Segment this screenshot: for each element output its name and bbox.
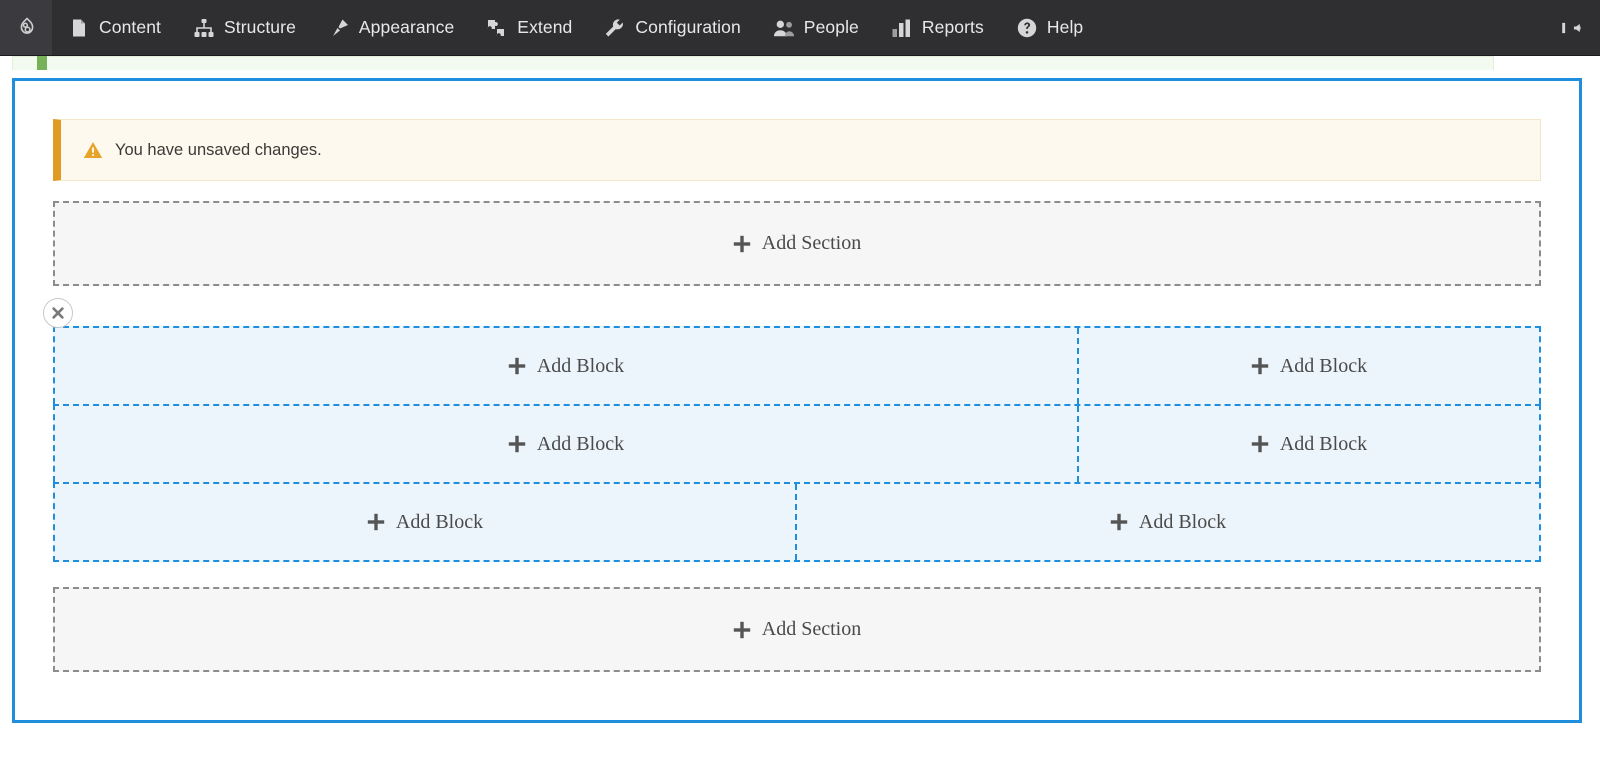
plus-icon xyxy=(1251,357,1269,375)
toolbar-item-label: People xyxy=(803,17,859,37)
plus-icon xyxy=(733,235,751,253)
add-block-label-wrapper: Add Block xyxy=(1110,511,1226,534)
add-section-bottom-button[interactable]: Add Section xyxy=(53,587,1541,672)
toolbar-item-extend[interactable]: Extend xyxy=(470,0,588,55)
add-section-label: Add Section xyxy=(761,618,862,640)
layout-section-active: Add Block Add Block Add Block Add Block … xyxy=(43,298,1541,562)
question-mark-icon xyxy=(1016,17,1038,39)
add-block-label-wrapper: Add Block xyxy=(1251,433,1367,456)
plus-icon xyxy=(508,357,526,375)
toolbar-item-label: Extend xyxy=(517,17,573,37)
status-message-accent xyxy=(37,56,47,70)
collapse-toolbar-button[interactable] xyxy=(1550,0,1600,55)
add-block-region[interactable]: Add Block xyxy=(55,328,1079,404)
wrench-icon xyxy=(604,17,626,39)
plus-icon xyxy=(367,513,385,531)
puzzle-piece-icon xyxy=(486,17,508,39)
status-message-bar xyxy=(12,56,1494,70)
collapse-toolbar-icon xyxy=(1560,17,1582,39)
layout-builder-canvas: You have unsaved changes. Add Section Ad… xyxy=(12,78,1582,723)
people-icon xyxy=(773,17,795,39)
paintbrush-icon xyxy=(328,17,350,39)
structure-tree-icon xyxy=(193,17,215,39)
plus-icon xyxy=(1251,435,1269,453)
toolbar-item-configuration[interactable]: Configuration xyxy=(588,0,756,55)
toolbar-item-content[interactable]: Content xyxy=(52,0,177,55)
layout-region-row: Add Block Add Block xyxy=(53,404,1541,482)
close-x-circle-icon xyxy=(50,305,66,321)
add-block-label: Add Block xyxy=(1138,510,1227,533)
add-section-label-wrapper: Add Section xyxy=(733,232,861,255)
unsaved-changes-text: You have unsaved changes. xyxy=(115,140,322,159)
add-block-label: Add Block xyxy=(395,510,484,533)
layout-region-row: Add Block Add Block xyxy=(53,326,1541,404)
toolbar-item-label: Structure xyxy=(224,17,296,37)
drupal-home-link[interactable] xyxy=(0,0,52,55)
add-section-top-button[interactable]: Add Section xyxy=(53,201,1541,286)
toolbar-item-label: Appearance xyxy=(358,17,455,37)
plus-icon xyxy=(508,435,526,453)
toolbar-item-reports[interactable]: Reports xyxy=(875,0,1000,55)
add-block-label: Add Block xyxy=(536,354,625,377)
unsaved-changes-message: You have unsaved changes. xyxy=(53,119,1541,181)
toolbar-item-label: Help xyxy=(1046,17,1084,37)
add-block-label: Add Block xyxy=(536,432,625,455)
plus-icon xyxy=(1110,513,1128,531)
toolbar-item-people[interactable]: People xyxy=(757,0,875,55)
toolbar-item-label: Reports xyxy=(921,17,984,37)
admin-toolbar: Content Structure Appearance Extend Conf… xyxy=(0,0,1600,56)
add-block-label-wrapper: Add Block xyxy=(367,511,483,534)
drupal-droplet-icon xyxy=(16,16,38,39)
add-block-region[interactable]: Add Block xyxy=(55,484,797,560)
warning-triangle-icon xyxy=(83,141,103,159)
toolbar-item-label: Configuration xyxy=(635,17,741,37)
toolbar-item-help[interactable]: Help xyxy=(1000,0,1099,55)
toolbar-item-appearance[interactable]: Appearance xyxy=(312,0,470,55)
remove-section-button[interactable] xyxy=(43,298,73,328)
add-block-label-wrapper: Add Block xyxy=(1251,355,1367,378)
add-block-region[interactable]: Add Block xyxy=(1079,328,1539,404)
layout-region-row: Add Block Add Block xyxy=(53,482,1541,562)
add-block-region[interactable]: Add Block xyxy=(797,484,1539,560)
document-icon xyxy=(68,17,90,39)
toolbar-item-label: Content xyxy=(99,17,161,37)
toolbar-item-structure[interactable]: Structure xyxy=(177,0,312,55)
add-block-label-wrapper: Add Block xyxy=(508,433,624,456)
plus-icon xyxy=(733,621,751,639)
add-block-label: Add Block xyxy=(1279,432,1368,455)
add-block-label-wrapper: Add Block xyxy=(508,355,624,378)
add-section-label-wrapper: Add Section xyxy=(733,618,861,641)
add-block-region[interactable]: Add Block xyxy=(55,406,1079,482)
add-section-label: Add Section xyxy=(761,232,862,254)
add-block-label: Add Block xyxy=(1279,354,1368,377)
add-block-region[interactable]: Add Block xyxy=(1079,406,1539,482)
bar-chart-icon xyxy=(891,17,913,39)
